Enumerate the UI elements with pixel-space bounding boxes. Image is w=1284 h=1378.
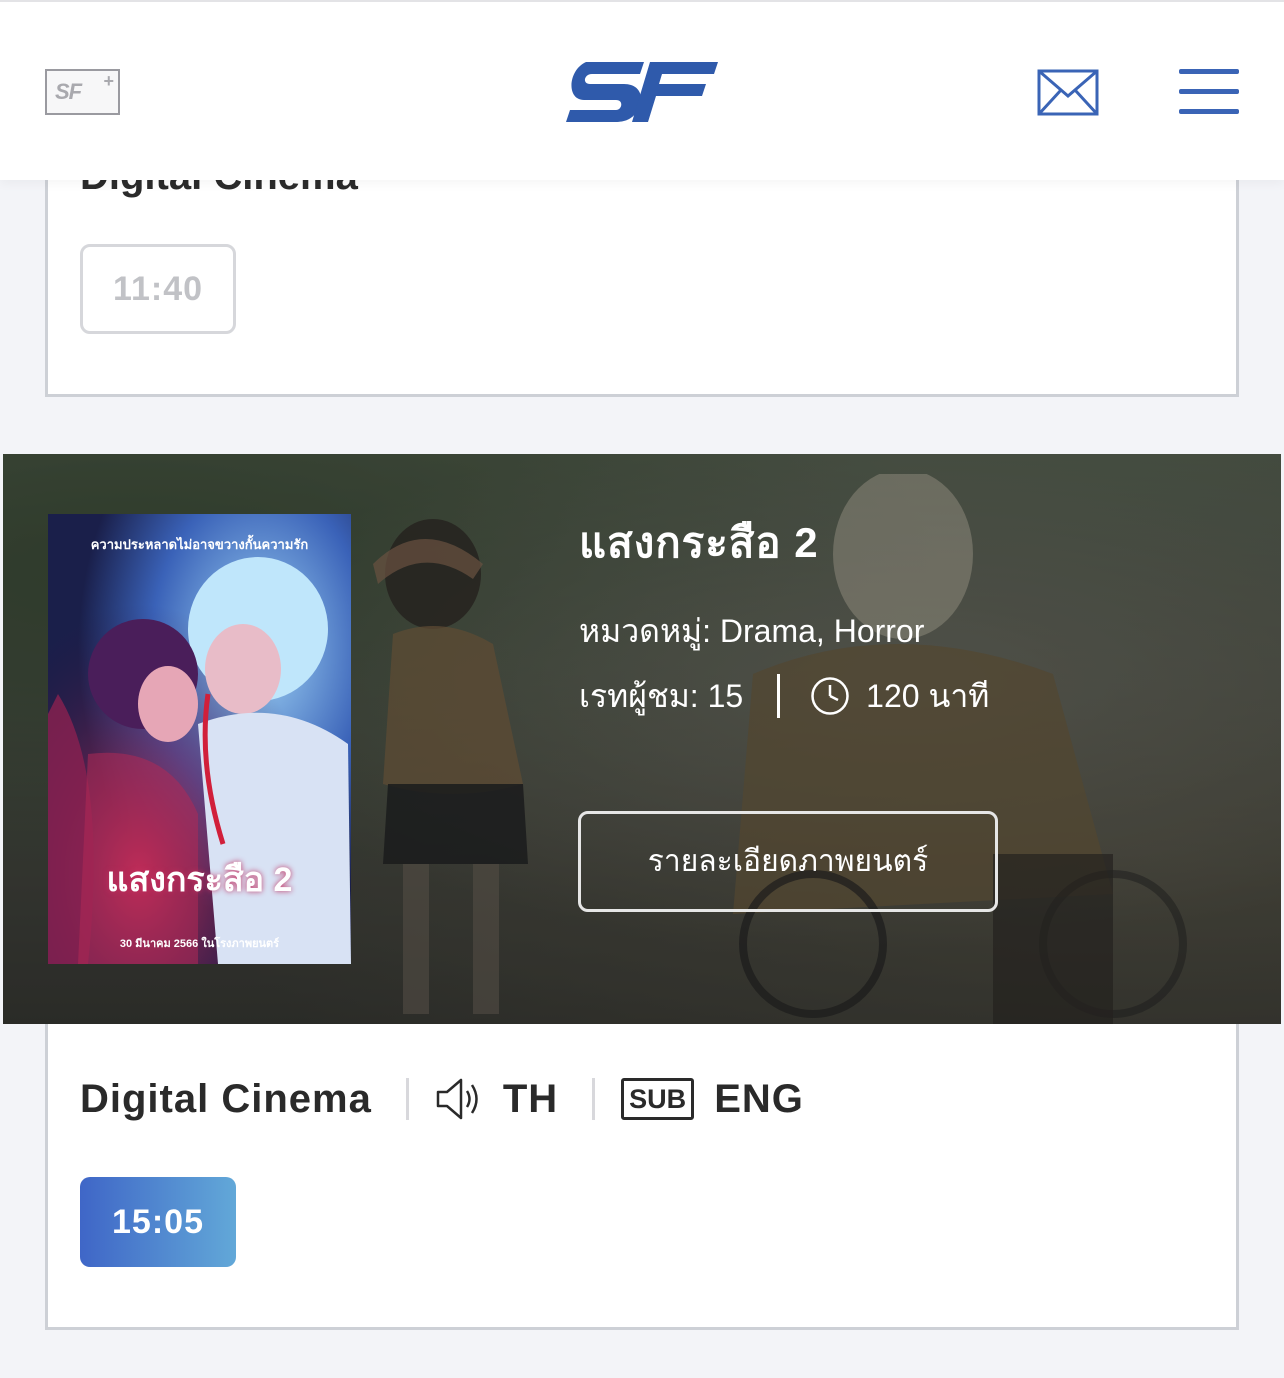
audio-language: TH <box>502 1076 559 1121</box>
poster-title: แสงกระสือ 2 <box>106 861 293 899</box>
speaker-icon <box>436 1078 478 1120</box>
movie-title: แสงกระสือ 2 <box>579 519 819 566</box>
movie-meta-row: เรทผู้ชม: 15 120 นาที <box>579 672 989 720</box>
movie-poster[interactable]: ความประหลาดไม่อาจขวางกั้นความรัก แสงกระส… <box>48 514 351 964</box>
movie-detail-button[interactable]: รายละเอียดภาพยนตร์ <box>578 811 998 912</box>
top-header: SF + <box>0 0 1284 180</box>
movie-rating: เรทผู้ชม: 15 <box>579 677 744 714</box>
movie-genre: หมวดหมู่: Drama, Horror <box>579 613 925 649</box>
mail-icon[interactable] <box>1037 69 1099 116</box>
sf-plus-text: SF <box>55 79 82 104</box>
format-name: Digital Cinema <box>80 1076 372 1121</box>
sf-plus-logo[interactable]: SF + <box>45 69 120 115</box>
showtime-button-disabled[interactable]: 11:40 <box>80 244 236 334</box>
menu-line <box>1179 109 1239 114</box>
showtime-button[interactable]: 15:05 <box>80 1177 236 1267</box>
format-divider <box>405 1078 409 1120</box>
movie-banner: ความประหลาดไม่อาจขวางกั้นความรัก แสงกระส… <box>3 454 1281 1024</box>
format-divider <box>592 1078 596 1120</box>
menu-line <box>1179 89 1239 94</box>
hamburger-menu-icon[interactable] <box>1179 69 1239 115</box>
subtitle-language: ENG <box>714 1076 804 1121</box>
meta-divider <box>777 674 781 718</box>
menu-line <box>1179 69 1239 74</box>
subtitle-badge-icon: SUB <box>621 1078 695 1120</box>
clock-icon <box>811 677 849 715</box>
format-row: Digital Cinema TH SUB ENG <box>80 1072 804 1126</box>
poster-tagline: ความประหลาดไม่อาจขวางกั้นความรัก <box>90 537 309 552</box>
sf-logo[interactable] <box>566 60 718 124</box>
movie-duration: 120 นาที <box>866 677 990 714</box>
showtime-card: Digital Cinema TH SUB ENG 15:05 <box>45 1024 1239 1330</box>
poster-release-date: 30 มีนาคม 2566 ในโรงภาพยนตร์ <box>119 938 280 950</box>
sf-plus-sup: + <box>103 71 114 91</box>
